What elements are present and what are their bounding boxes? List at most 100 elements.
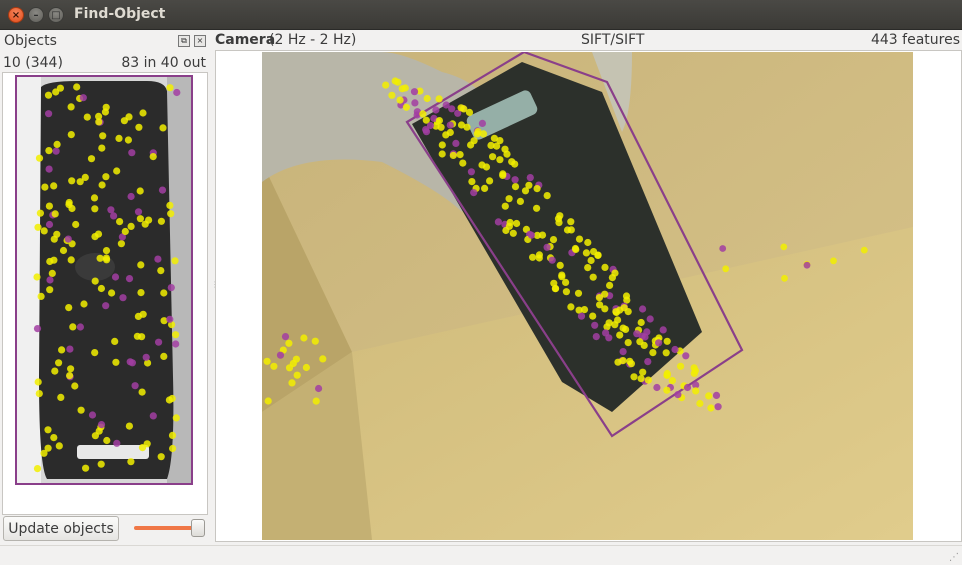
keypoint-dot bbox=[139, 109, 147, 117]
keypoint-dot bbox=[137, 261, 145, 269]
keypoint-dot bbox=[574, 289, 583, 297]
keypoint-dot bbox=[690, 364, 698, 372]
keypoint-dot bbox=[478, 161, 486, 169]
keypoint-dot bbox=[714, 403, 722, 411]
keypoint-dot bbox=[562, 288, 570, 296]
keypoint-dot bbox=[124, 136, 132, 144]
window-title: Find-Object bbox=[74, 6, 166, 22]
keypoint-dot bbox=[396, 96, 404, 104]
keypoint-dot bbox=[486, 177, 494, 185]
keypoint-dot bbox=[677, 362, 685, 370]
keypoint-dot bbox=[663, 371, 671, 379]
keypoint-dot bbox=[619, 324, 627, 332]
keypoint-dot bbox=[160, 289, 168, 297]
keypoint-dot bbox=[133, 332, 141, 340]
keypoint-dot bbox=[591, 321, 599, 329]
keypoint-dot bbox=[449, 151, 457, 159]
minimize-icon[interactable]: – bbox=[28, 7, 44, 23]
keypoint-dot bbox=[293, 371, 301, 379]
keypoint-dot bbox=[51, 367, 59, 375]
keypoint-dot bbox=[577, 312, 586, 320]
keypoint-dot bbox=[46, 286, 54, 294]
keypoint-dot bbox=[125, 422, 133, 430]
keypoint-dot bbox=[120, 117, 128, 125]
keypoint-dot bbox=[467, 168, 475, 176]
keypoint-dot bbox=[637, 318, 645, 327]
keypoint-dot bbox=[611, 269, 619, 277]
keypoint-dot bbox=[117, 240, 125, 248]
keypoint-dot bbox=[45, 202, 53, 210]
keypoint-dot bbox=[263, 357, 271, 365]
keypoint-dot bbox=[80, 300, 88, 308]
keypoint-dot bbox=[668, 377, 676, 385]
keypoint-dot bbox=[160, 352, 168, 360]
keypoint-dot bbox=[494, 218, 502, 226]
slider-handle[interactable] bbox=[191, 519, 205, 537]
keypoint-dot bbox=[172, 331, 180, 339]
keypoint-dot bbox=[33, 465, 42, 473]
keypoint-dot bbox=[125, 275, 134, 283]
dock-close-icon[interactable]: × bbox=[194, 35, 206, 47]
keypoint-dot bbox=[44, 444, 52, 452]
keypoint-dot bbox=[98, 144, 106, 152]
keypoint-dot bbox=[281, 333, 290, 341]
keypoint-dot bbox=[67, 365, 75, 373]
keypoint-dot bbox=[98, 181, 106, 189]
keypoint-dot bbox=[112, 358, 120, 366]
keypoint-dot bbox=[66, 345, 74, 353]
keypoint-dot bbox=[511, 176, 519, 184]
keypoint-dot bbox=[166, 84, 174, 92]
keypoint-dot bbox=[136, 215, 144, 223]
keypoint-dot bbox=[87, 155, 96, 163]
keypoint-dot bbox=[516, 197, 524, 205]
match-stats-label: 83 in 40 out bbox=[121, 55, 206, 71]
keypoint-dot bbox=[619, 348, 627, 356]
keypoint-dot bbox=[91, 205, 99, 213]
size-grip-icon[interactable]: ⋰ bbox=[949, 552, 959, 563]
keypoint-dot bbox=[527, 231, 535, 239]
keypoint-dot bbox=[167, 210, 175, 218]
keypoint-dot bbox=[34, 378, 42, 386]
keypoint-dot bbox=[35, 390, 43, 398]
keypoint-dot bbox=[513, 219, 521, 228]
keypoint-dot bbox=[479, 130, 488, 138]
keypoint-dot bbox=[157, 267, 165, 275]
keypoint-dot bbox=[601, 290, 609, 298]
float-icon[interactable]: ⧉ bbox=[178, 35, 190, 47]
keypoint-dot bbox=[171, 257, 179, 265]
keypoint-dot bbox=[463, 123, 471, 131]
keypoint-dot bbox=[113, 439, 121, 447]
maximize-icon[interactable]: □ bbox=[48, 7, 64, 23]
keypoint-dot bbox=[103, 436, 111, 445]
keypoint-dot bbox=[97, 460, 105, 468]
close-icon[interactable]: × bbox=[8, 7, 24, 23]
detector-descriptor-label: SIFT/SIFT bbox=[581, 32, 645, 48]
keypoint-dot bbox=[71, 382, 79, 390]
keypoint-dot bbox=[533, 204, 541, 212]
keypoint-dot bbox=[478, 119, 486, 127]
keypoint-dot bbox=[131, 382, 139, 390]
keypoint-dot bbox=[55, 359, 63, 367]
keypoint-dot bbox=[548, 256, 556, 264]
keypoint-dot bbox=[83, 113, 91, 121]
keypoint-dot bbox=[136, 187, 144, 195]
threshold-slider[interactable] bbox=[134, 517, 208, 539]
keypoint-dot bbox=[552, 284, 560, 293]
object-keypoints-view bbox=[17, 77, 191, 483]
keypoint-dot bbox=[575, 235, 584, 243]
keypoint-dot bbox=[50, 182, 58, 190]
keypoint-dot bbox=[111, 273, 120, 281]
keypoint-dot bbox=[46, 257, 54, 266]
update-objects-button[interactable]: Update objects bbox=[3, 516, 119, 541]
keypoint-dot bbox=[592, 333, 600, 341]
camera-view[interactable] bbox=[262, 52, 913, 540]
object-thumbnail[interactable] bbox=[15, 75, 193, 485]
keypoint-dot bbox=[45, 220, 54, 229]
keypoint-dot bbox=[394, 78, 402, 86]
keypoint-dot bbox=[276, 351, 285, 359]
keypoint-dot bbox=[468, 178, 476, 186]
keypoint-dot bbox=[649, 349, 657, 357]
keypoint-dot bbox=[562, 278, 570, 286]
keypoint-dot bbox=[158, 186, 167, 194]
keypoint-dot bbox=[312, 397, 320, 405]
